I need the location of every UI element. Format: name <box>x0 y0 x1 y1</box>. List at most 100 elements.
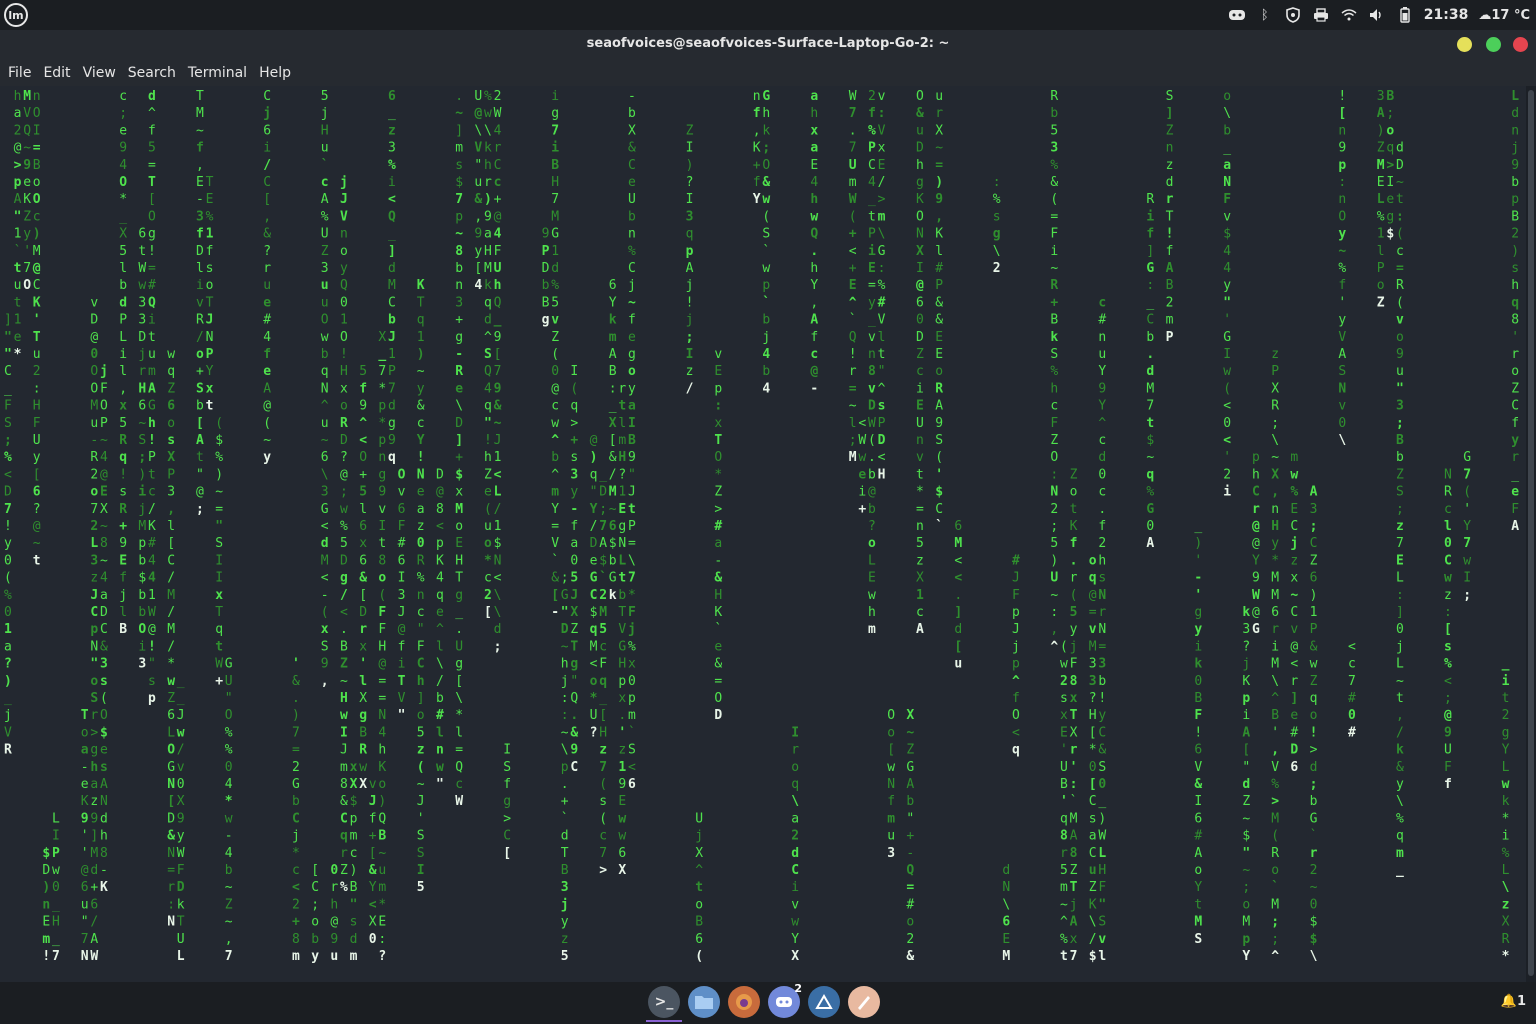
matrix-glyph: g <box>90 743 98 758</box>
matrix-glyph: l <box>455 725 463 740</box>
matrix-glyph: x <box>340 381 348 396</box>
matrix-glyph: 9 <box>388 433 396 448</box>
matrix-glyph: ' <box>81 846 89 861</box>
matrix-glyph: 1 <box>494 450 502 465</box>
wifi-icon[interactable] <box>1340 6 1358 24</box>
menu-edit[interactable]: Edit <box>37 65 76 81</box>
matrix-glyph: N <box>916 227 924 242</box>
menu-help[interactable]: Help <box>253 65 297 81</box>
matrix-glyph: ! <box>1166 227 1174 242</box>
close-button[interactable] <box>1513 37 1528 52</box>
firefox-app-icon[interactable] <box>728 986 760 1018</box>
printer-icon[interactable] <box>1312 6 1330 24</box>
clock[interactable]: 21:38 <box>1424 7 1469 23</box>
matrix-glyph: e <box>1386 192 1394 207</box>
matrix-glyph: [ <box>887 743 895 758</box>
matrix-glyph: Z <box>686 123 694 138</box>
matrix-glyph: ; <box>340 485 348 500</box>
matrix-glyph: Q <box>494 295 502 310</box>
matrix-glyph: g <box>1502 725 1510 740</box>
matrix-glyph: o <box>590 674 598 689</box>
menu-terminal[interactable]: Terminal <box>182 65 253 81</box>
matrix-glyph: " <box>436 777 444 792</box>
matrix-glyph: % <box>1050 158 1058 173</box>
files-app-icon[interactable] <box>688 986 720 1018</box>
text-editor-app-icon[interactable] <box>848 986 880 1018</box>
menu-file[interactable]: File <box>2 65 37 81</box>
matrix-glyph: f <box>1146 227 1154 242</box>
matrix-glyph: X <box>791 949 799 964</box>
matrix-glyph: 6 <box>609 519 617 534</box>
matrix-glyph: 5 <box>916 536 924 551</box>
menu-search[interactable]: Search <box>122 65 182 81</box>
matrix-glyph: G <box>1223 330 1231 345</box>
matrix-glyph: z <box>1271 347 1279 362</box>
window-titlebar[interactable]: seaofvoices@seaofvoices-Surface-Laptop-G… <box>0 30 1536 60</box>
matrix-glyph: b <box>542 278 550 293</box>
matrix-glyph: 5 <box>119 244 127 259</box>
matrix-glyph: M <box>1271 897 1279 912</box>
matrix-glyph: q <box>599 674 607 689</box>
matrix-glyph: B <box>359 725 367 740</box>
matrix-glyph: T <box>417 295 425 310</box>
matrix-glyph: y <box>33 450 41 465</box>
matrix-glyph: @ <box>148 622 156 637</box>
matrix-glyph: R <box>1444 485 1452 500</box>
matrix-glyph: " <box>1396 381 1404 396</box>
matrix-glyph: v <box>378 502 386 517</box>
matrix-glyph: . <box>618 708 626 723</box>
terminal-output[interactable]: ] " " C _ F S;% < D 7! y 0(% 0 1 a?) _ j V Rh a 2 @ > p A " 1 ` t u t 1… <box>0 86 1526 982</box>
matrix-glyph: Q <box>378 811 386 826</box>
matrix-glyph: n <box>1271 502 1279 517</box>
matrix-glyph: ! <box>4 519 12 534</box>
scrollbar[interactable] <box>1526 86 1536 982</box>
matrix-glyph: m <box>292 949 300 964</box>
matrix-glyph: + <box>1050 295 1058 310</box>
matrix-glyph: e <box>714 639 722 654</box>
discord-tray-icon[interactable] <box>1228 6 1246 24</box>
matrix-glyph: y <box>311 949 319 964</box>
volume-icon[interactable] <box>1368 6 1386 24</box>
matrix-glyph: $ <box>350 794 358 809</box>
matrix-glyph: C <box>503 829 511 844</box>
notifications-applet[interactable]: 🔔1 <box>1501 994 1526 1009</box>
matrix-glyph: ? <box>4 657 12 672</box>
minimize-button[interactable] <box>1457 37 1472 52</box>
matrix-glyph: O <box>138 622 146 637</box>
matrix-glyph: u <box>321 416 329 431</box>
matrix-glyph: w <box>225 811 233 826</box>
matrix-glyph: w <box>138 278 146 293</box>
matrix-glyph: E <box>1060 725 1068 740</box>
matrix-glyph: X <box>350 777 358 792</box>
matrix-glyph: b <box>762 313 770 328</box>
matrix-glyph: I <box>570 364 578 379</box>
matrix-glyph: % <box>206 209 214 224</box>
scrollbar-thumb[interactable] <box>1528 90 1534 976</box>
matrix-glyph: % <box>1377 209 1385 224</box>
matrix-glyph: L <box>868 553 876 568</box>
menu-logo-icon[interactable]: lm <box>4 3 28 27</box>
matrix-glyph: F <box>177 863 185 878</box>
matrix-glyph: A <box>686 261 694 276</box>
weather-applet[interactable]: ☁17 °C <box>1478 8 1530 23</box>
matrix-glyph: S <box>484 347 492 362</box>
matrix-glyph: w <box>340 708 348 723</box>
maximize-button[interactable] <box>1486 37 1501 52</box>
shield-icon[interactable] <box>1284 6 1302 24</box>
matrix-glyph: x <box>1060 708 1068 723</box>
menu-view[interactable]: View <box>77 65 122 81</box>
bluetooth-icon[interactable]: ᛒ <box>1256 6 1274 24</box>
matrix-glyph: $ <box>494 536 502 551</box>
discord-app-icon[interactable]: 2 <box>768 982 802 1018</box>
matrix-glyph: > <box>503 811 511 826</box>
matrix-glyph: $ <box>590 605 598 620</box>
matrix-glyph: 4 <box>100 450 108 465</box>
battery-icon[interactable] <box>1396 6 1414 24</box>
matrix-glyph: ` <box>599 571 607 586</box>
steam-app-icon[interactable] <box>808 986 840 1018</box>
matrix-glyph: u <box>321 141 329 156</box>
matrix-glyph: % <box>1290 485 1298 500</box>
matrix-glyph: 6 <box>398 502 406 517</box>
terminal-app-icon[interactable]: >_ <box>646 986 682 1022</box>
matrix-glyph: H <box>714 588 722 603</box>
